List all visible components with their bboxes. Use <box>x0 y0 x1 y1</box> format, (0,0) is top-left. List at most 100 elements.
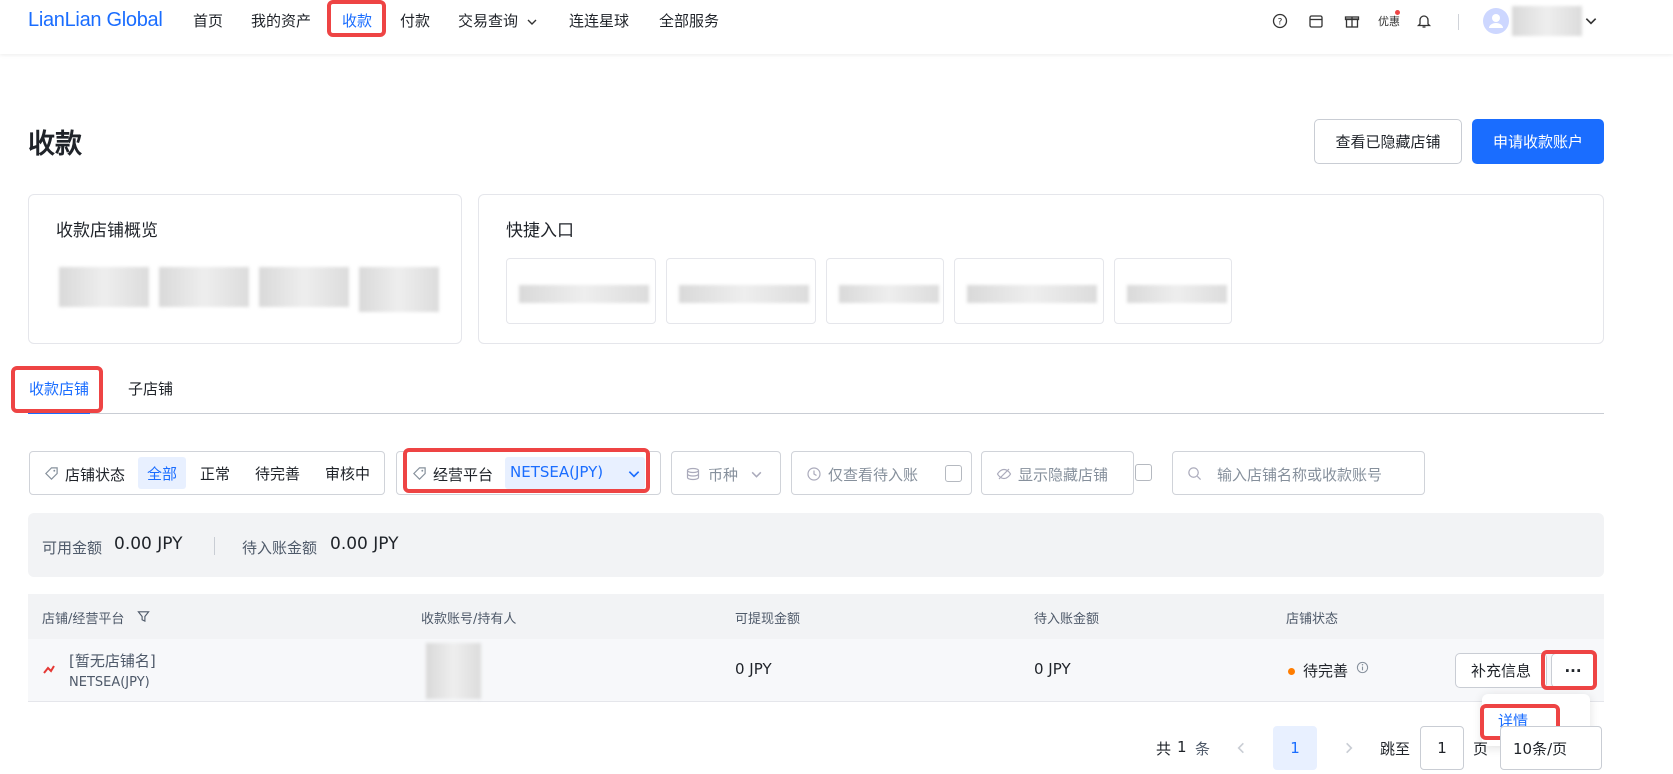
store-status-label: 店铺状态 <box>65 466 126 484</box>
store-name[interactable]: [暂无店铺名] <box>69 650 156 671</box>
redacted-stat <box>259 267 349 307</box>
pending-amount: 0 JPY <box>1034 660 1071 678</box>
status-option-pending[interactable]: 待完善 <box>246 457 309 489</box>
col-account: 收款账号/持有人 <box>421 612 517 627</box>
apply-account-button[interactable]: 申请收款账户 <box>1472 119 1604 164</box>
chevron-down-icon <box>751 471 762 478</box>
supplement-info-button[interactable]: 补充信息 <box>1455 653 1547 688</box>
svg-text:?: ? <box>1278 18 1283 28</box>
quick-entry-item[interactable] <box>954 258 1104 324</box>
logo[interactable]: LianLian Global <box>28 9 163 32</box>
info-icon[interactable] <box>1356 661 1369 674</box>
search-icon <box>1188 467 1202 481</box>
divider <box>1458 14 1459 30</box>
quick-entry-title: 快捷入口 <box>506 221 574 241</box>
redacted-label <box>1127 285 1227 303</box>
show-hidden-filter[interactable]: 显示隐藏店铺 <box>981 451 1134 495</box>
help-icon[interactable]: ? <box>1271 12 1289 30</box>
nav-transactions-label: 交易查询 <box>458 12 519 30</box>
store-status-filter: 店铺状态 全部 正常 待完善 审核中 <box>29 451 385 495</box>
page-size-select[interactable]: 10条/页 <box>1500 726 1602 770</box>
bell-icon[interactable] <box>1415 12 1433 30</box>
quick-entry-item[interactable] <box>506 258 656 324</box>
divider <box>214 537 215 555</box>
status-option-all[interactable]: 全部 <box>138 457 187 489</box>
nav-planet[interactable]: 连连星球 <box>569 10 629 31</box>
page-suffix: 页 <box>1473 740 1489 758</box>
col-status: 店铺状态 <box>1286 612 1339 627</box>
quick-entry-item[interactable] <box>826 258 944 324</box>
redacted-label <box>519 285 649 303</box>
nav-transactions[interactable]: 交易查询 <box>458 10 538 31</box>
platform-logo-icon <box>43 665 55 674</box>
nav-home[interactable]: 首页 <box>193 10 223 31</box>
status-option-reviewing[interactable]: 审核中 <box>316 457 379 489</box>
table-header: 店铺/经营平台 收款账号/持有人 可提现金额 待入账金额 店铺状态 <box>28 594 1604 639</box>
top-nav: LianLian Global 首页 我的资产 收款 付款 交易查询 连连星球 … <box>0 0 1673 54</box>
page-1-button[interactable]: 1 <box>1273 726 1317 770</box>
total-count: 1 <box>1177 738 1187 756</box>
username-redacted <box>1512 6 1582 36</box>
page-size-value: 10条/页 <box>1513 739 1568 758</box>
pending-value: 0.00 JPY <box>330 534 399 554</box>
coins-icon <box>686 467 700 481</box>
total-prefix: 共 <box>1156 740 1172 758</box>
show-hidden-checkbox[interactable] <box>1135 464 1152 481</box>
promo-label[interactable]: 优惠 <box>1378 13 1400 29</box>
overview-title: 收款店铺概览 <box>56 221 158 241</box>
highlight-nav-receive <box>327 0 386 37</box>
eye-off-icon <box>996 468 1012 480</box>
avatar[interactable] <box>1483 8 1509 34</box>
gift-icon[interactable] <box>1343 12 1361 30</box>
chevron-down-icon[interactable] <box>1584 14 1598 28</box>
nav-pay[interactable]: 付款 <box>400 10 430 31</box>
redacted-label <box>839 285 939 303</box>
store-platform: NETSEA(JPY) <box>69 675 150 690</box>
account-redacted <box>426 643 481 699</box>
status-badge: 待完善 <box>1303 662 1349 680</box>
status-dot <box>1288 668 1295 675</box>
redacted-stat <box>59 267 149 307</box>
nav-all-services[interactable]: 全部服务 <box>659 10 719 31</box>
search-input[interactable]: 输入店铺名称或收款账号 <box>1217 464 1382 485</box>
highlight-platform <box>403 448 650 493</box>
jump-page-input[interactable]: 1 <box>1420 726 1464 770</box>
highlight-tab <box>11 366 103 413</box>
calendar-icon[interactable] <box>1307 12 1325 30</box>
chevron-right-icon[interactable] <box>1342 741 1356 755</box>
tab-sub-stores[interactable]: 子店铺 <box>128 378 173 399</box>
page-title: 收款 <box>28 129 82 160</box>
promo-dot <box>1395 10 1400 15</box>
tag-icon <box>45 467 58 480</box>
quick-entry-card: 快捷入口 <box>478 194 1604 344</box>
currency-label: 币种 <box>708 466 739 484</box>
tab-divider <box>28 413 1604 414</box>
highlight-more <box>1541 650 1597 690</box>
chevron-down-icon <box>527 19 537 25</box>
col-pending: 待入账金额 <box>1034 612 1100 627</box>
status-option-normal[interactable]: 正常 <box>191 457 239 489</box>
nav-assets[interactable]: 我的资产 <box>251 10 311 31</box>
available-value: 0.00 JPY <box>114 534 183 554</box>
total-suffix: 条 <box>1195 740 1211 758</box>
search-box[interactable]: 输入店铺名称或收款账号 <box>1172 451 1425 495</box>
redacted-label <box>967 285 1097 303</box>
redacted-stat <box>359 267 439 312</box>
quick-entry-item[interactable] <box>1114 258 1232 324</box>
filter-icon[interactable] <box>137 610 150 623</box>
redacted-stat <box>159 267 249 307</box>
overview-card: 收款店铺概览 <box>28 194 462 344</box>
table-row: [暂无店铺名] NETSEA(JPY) 0 JPY 0 JPY 待完善 补充信息… <box>28 639 1604 702</box>
currency-filter[interactable]: 币种 <box>671 451 781 495</box>
redacted-label <box>679 285 809 303</box>
chevron-left-icon[interactable] <box>1234 741 1248 755</box>
withdrawable-amount: 0 JPY <box>735 660 772 678</box>
quick-entry-item[interactable] <box>666 258 816 324</box>
pending-only-checkbox[interactable] <box>945 465 962 482</box>
clock-icon <box>807 467 821 481</box>
pending-only-label: 仅查看待入账 <box>828 466 919 484</box>
view-hidden-stores-button[interactable]: 查看已隐藏店铺 <box>1314 119 1462 164</box>
pending-label: 待入账金额 <box>242 539 318 557</box>
balance-summary: 可用金额 0.00 JPY 待入账金额 0.00 JPY <box>28 513 1604 577</box>
pending-only-filter[interactable]: 仅查看待入账 <box>791 451 972 495</box>
